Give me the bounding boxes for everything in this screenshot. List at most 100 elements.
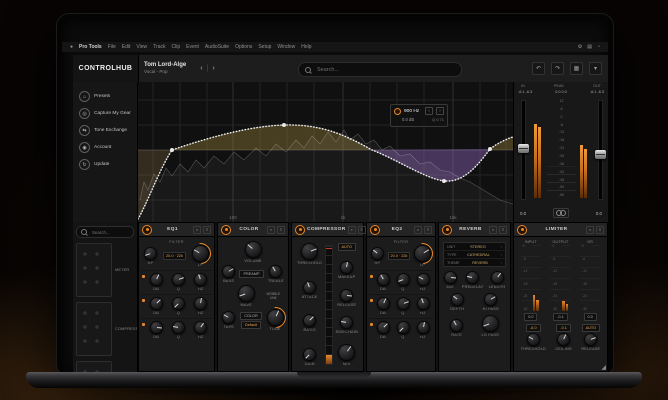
next-preset-button[interactable]: › bbox=[212, 65, 214, 72]
q-knob[interactable] bbox=[397, 273, 410, 286]
redo-icon[interactable]: ↷ bbox=[551, 62, 564, 75]
hp-knob[interactable] bbox=[371, 247, 384, 260]
ratio-knob[interactable] bbox=[303, 314, 316, 327]
db-knob[interactable] bbox=[150, 297, 163, 310]
q-knob[interactable] bbox=[397, 321, 410, 334]
module-thumbnail[interactable] bbox=[76, 302, 112, 356]
eq-band-handle[interactable] bbox=[488, 147, 492, 151]
hz-knob[interactable] bbox=[194, 297, 207, 310]
band-enable-led[interactable] bbox=[142, 299, 145, 302]
sidebar-item-presets[interactable]: ⌂Presets bbox=[73, 88, 137, 105]
eq-band-handle[interactable] bbox=[442, 179, 446, 183]
browser-search-box[interactable] bbox=[76, 226, 134, 238]
band-enable-led[interactable] bbox=[370, 275, 373, 278]
hp-knob[interactable] bbox=[144, 247, 157, 260]
attack-knob[interactable] bbox=[303, 281, 316, 294]
rate-knob[interactable] bbox=[450, 319, 463, 332]
ceiling-value[interactable]: -0.1 bbox=[556, 324, 571, 332]
release-knob[interactable] bbox=[584, 333, 597, 346]
preset-selector[interactable]: Tom Lord-Alge Vocal - Pop bbox=[144, 62, 186, 75]
prev-preset-button[interactable]: ‹ bbox=[200, 65, 202, 72]
output-value[interactable]: -0.1 bbox=[553, 313, 568, 321]
module-menu-icon[interactable]: ≡ bbox=[358, 226, 366, 234]
menu-edit[interactable]: Edit bbox=[122, 44, 131, 50]
volume-knob[interactable] bbox=[245, 241, 262, 258]
close-module-icon[interactable]: × bbox=[489, 226, 497, 234]
menu-window[interactable]: Window bbox=[277, 44, 295, 50]
threshold-knob[interactable] bbox=[527, 333, 540, 346]
threshold-knob[interactable] bbox=[301, 243, 318, 260]
threshold-value[interactable]: -6.0 bbox=[526, 324, 541, 332]
db-knob[interactable] bbox=[377, 321, 390, 334]
db-knob[interactable] bbox=[150, 321, 163, 334]
q-knob[interactable] bbox=[172, 273, 185, 286]
browser-item-meter[interactable]: METER bbox=[76, 243, 134, 297]
eq-curve-canvas[interactable] bbox=[138, 82, 513, 222]
selector-row-type[interactable]: TYPECATHEDRAL› bbox=[444, 251, 505, 259]
filter-range-display[interactable]: 20.0 · 22k bbox=[388, 252, 411, 260]
band-enable-led[interactable] bbox=[142, 323, 145, 326]
search-box[interactable] bbox=[298, 62, 462, 77]
color-value[interactable]: Default bbox=[241, 321, 261, 329]
module-menu-icon[interactable]: ≡ bbox=[203, 226, 211, 234]
menu-event[interactable]: Event bbox=[186, 44, 199, 50]
search-input[interactable] bbox=[315, 66, 455, 74]
auto-makeup-toggle[interactable]: AUTO bbox=[338, 243, 356, 251]
gr-value[interactable]: 0.0 bbox=[584, 313, 597, 321]
close-module-icon[interactable]: × bbox=[586, 226, 594, 234]
apple-icon[interactable]: ● bbox=[70, 44, 73, 50]
module-menu-icon[interactable]: ≡ bbox=[596, 226, 604, 234]
close-module-icon[interactable]: × bbox=[267, 226, 275, 234]
menu-help[interactable]: Help bbox=[301, 44, 311, 50]
hz-knob[interactable] bbox=[417, 273, 430, 286]
output-fader-track[interactable] bbox=[598, 100, 603, 200]
menu-file[interactable]: File bbox=[108, 44, 116, 50]
power-button[interactable] bbox=[142, 225, 152, 235]
predelay-knob[interactable] bbox=[466, 271, 479, 284]
input-fader-track[interactable] bbox=[521, 100, 526, 200]
browser-item-compressor[interactable]: COMPRESSOR bbox=[76, 302, 134, 356]
menu-view[interactable]: View bbox=[136, 44, 147, 50]
gain-knob[interactable] bbox=[303, 348, 316, 361]
filter-range-display[interactable]: 20.0 · 22k bbox=[163, 252, 186, 260]
sidebar-item-tone-exchange[interactable]: ⇆Tone Exchange bbox=[73, 122, 137, 139]
selector-row-theme[interactable]: THEMEREVERB› bbox=[444, 259, 505, 266]
grid-view-icon[interactable]: ▦ bbox=[570, 62, 583, 75]
band-next-button[interactable]: › bbox=[436, 107, 444, 115]
input-fader-thumb[interactable] bbox=[518, 144, 529, 153]
resize-handle[interactable]: ◢ bbox=[601, 364, 606, 371]
power-button[interactable] bbox=[442, 225, 452, 235]
close-module-icon[interactable]: × bbox=[414, 226, 422, 234]
tune-knob[interactable] bbox=[267, 309, 284, 326]
status-icon-1[interactable]: ▤ bbox=[587, 44, 592, 50]
selector-next-icon[interactable]: › bbox=[500, 244, 502, 249]
sidebar-item-capture-my-gear[interactable]: ◎Capture My Gear bbox=[73, 105, 137, 122]
link-toggle[interactable] bbox=[553, 208, 569, 218]
module-thumbnail[interactable] bbox=[76, 361, 112, 372]
tape-knob[interactable] bbox=[222, 311, 235, 324]
menu-options[interactable]: Options bbox=[235, 44, 252, 50]
menu-clip[interactable]: Clip bbox=[171, 44, 180, 50]
browser-item-eq[interactable]: EQ bbox=[76, 361, 134, 372]
lo-pass-knob[interactable] bbox=[482, 315, 499, 332]
status-icon-2[interactable]: ◔ bbox=[597, 44, 600, 50]
power-button[interactable] bbox=[517, 225, 527, 235]
input-value[interactable]: 0.0 bbox=[524, 313, 537, 321]
module-menu-icon[interactable]: ≡ bbox=[277, 226, 285, 234]
undo-icon[interactable]: ↶ bbox=[532, 62, 545, 75]
q-knob[interactable] bbox=[172, 321, 185, 334]
db-knob[interactable] bbox=[150, 273, 163, 286]
lp-knob[interactable] bbox=[414, 245, 431, 262]
q-knob[interactable] bbox=[172, 297, 185, 310]
length-knob[interactable] bbox=[491, 271, 504, 284]
preset-title[interactable]: Tom Lord-Alge bbox=[144, 62, 186, 70]
selector-row-unit[interactable]: UNITSTEREO› bbox=[444, 243, 505, 251]
makeup-knob[interactable] bbox=[340, 261, 353, 274]
color-display[interactable]: COLOR bbox=[240, 312, 262, 320]
eq-graph[interactable]: 1001k10k 900 Hz ‹ › 0.0 dB Q 0.71 bbox=[138, 82, 513, 222]
bass-knob[interactable] bbox=[222, 265, 235, 278]
band-prev-button[interactable]: ‹ bbox=[425, 107, 433, 115]
lp-knob[interactable] bbox=[192, 245, 209, 262]
hz-knob[interactable] bbox=[194, 273, 207, 286]
release-knob[interactable] bbox=[340, 289, 353, 302]
